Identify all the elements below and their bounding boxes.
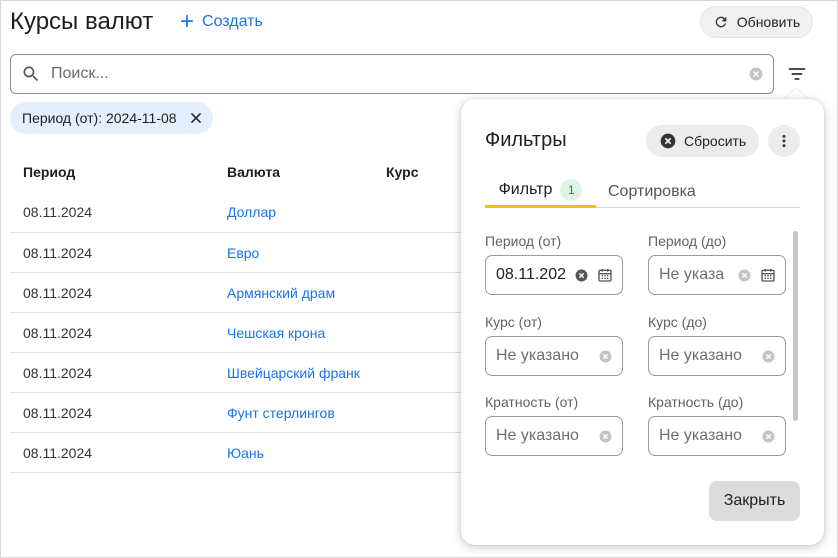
table-row[interactable]: 08.11.2024 Евро <box>10 232 462 272</box>
filter-count-badge: 1 <box>560 179 583 201</box>
period-from-field[interactable]: 08.11.202 <box>485 255 623 295</box>
period-from-value: 08.11.202 <box>496 266 566 283</box>
currency-link[interactable]: Фунт стерлингов <box>213 405 373 421</box>
currency-link[interactable]: Евро <box>213 245 373 261</box>
page-title: Курсы валют <box>10 8 154 35</box>
currency-link[interactable]: Швейцарский франк <box>213 365 373 381</box>
filter-tabs: Фильтр 1 Сортировка <box>485 175 800 208</box>
column-header-rate[interactable]: Курс <box>373 164 462 180</box>
table-body: 08.11.2024 Доллар 08.11.2024 Евро 08.11.… <box>10 192 462 473</box>
calendar-icon[interactable] <box>597 267 613 283</box>
table-header: Период Валюта Курс <box>10 152 462 192</box>
cell-period: 08.11.2024 <box>23 244 93 261</box>
rate-from-label: Курс (от) <box>485 314 542 330</box>
table-row[interactable]: 08.11.2024 Швейцарский франк <box>10 352 462 392</box>
refresh-button-label: Обновить <box>736 14 801 30</box>
period-to-field[interactable]: Не указа <box>648 255 786 295</box>
clear-field-icon[interactable] <box>738 269 751 282</box>
cell-period: 08.11.2024 <box>23 404 93 421</box>
clear-field-icon[interactable] <box>762 430 775 443</box>
multiplicity-to-field[interactable]: Не указано <box>648 416 786 456</box>
currency-link[interactable]: Чешская крона <box>213 325 373 341</box>
cell-period: 08.11.2024 <box>23 364 93 381</box>
currency-link[interactable]: Армянский драм <box>213 285 373 301</box>
rate-from-field[interactable]: Не указано <box>485 336 623 376</box>
period-to-label: Период (до) <box>648 233 727 249</box>
clear-field-icon[interactable] <box>599 430 612 443</box>
plus-icon: + <box>180 8 195 35</box>
tab-filter[interactable]: Фильтр 1 <box>485 175 596 208</box>
period-from-label: Период (от) <box>485 233 562 249</box>
refresh-button[interactable]: Обновить <box>700 6 813 38</box>
reset-button-label: Сбросить <box>684 133 747 149</box>
clear-field-icon[interactable] <box>599 350 612 363</box>
clear-circle-icon <box>660 133 676 149</box>
filters-title: Фильтры <box>485 129 567 151</box>
rate-to-placeholder: Не указано <box>659 347 742 364</box>
table-row[interactable]: 08.11.2024 Чешская крона <box>10 312 462 352</box>
clear-field-icon[interactable] <box>762 350 775 363</box>
more-vert-icon <box>782 134 786 148</box>
multiplicity-from-placeholder: Не указано <box>496 427 579 444</box>
multiplicity-from-field[interactable]: Не указано <box>485 416 623 456</box>
close-icon[interactable] <box>189 111 203 125</box>
more-options-button[interactable] <box>768 125 800 157</box>
currency-link[interactable]: Юань <box>213 445 373 461</box>
refresh-icon <box>715 16 727 28</box>
cell-period: 08.11.2024 <box>23 444 93 461</box>
close-button[interactable]: Закрыть <box>709 481 800 521</box>
currency-link[interactable]: Доллар <box>213 204 373 220</box>
reset-filters-button[interactable]: Сбросить <box>646 125 759 157</box>
calendar-icon[interactable] <box>760 267 776 283</box>
chip-label: Период (от): 2024-11-08 <box>22 110 177 126</box>
rates-table: Период Валюта Курс 08.11.2024 Доллар 08.… <box>10 152 462 473</box>
table-row[interactable]: 08.11.2024 Юань <box>10 432 462 472</box>
table-row[interactable]: 08.11.2024 Доллар <box>10 192 462 232</box>
create-button[interactable]: + Создать <box>180 10 263 34</box>
rate-to-label: Курс (до) <box>648 314 707 330</box>
cell-period: 08.11.2024 <box>23 204 93 220</box>
multiplicity-to-placeholder: Не указано <box>659 427 742 444</box>
filters-scrollbar[interactable] <box>793 231 798 421</box>
table-row[interactable]: 08.11.2024 Армянский драм <box>10 272 462 312</box>
table-row[interactable]: 08.11.2024 Фунт стерлингов <box>10 392 462 432</box>
column-header-period[interactable]: Период <box>10 164 213 180</box>
clear-field-icon[interactable] <box>575 269 588 282</box>
create-button-label: Создать <box>202 13 263 30</box>
filter-icon[interactable] <box>787 64 807 84</box>
period-to-placeholder: Не указа <box>659 266 725 283</box>
tab-filter-label: Фильтр <box>498 181 553 198</box>
search-input[interactable] <box>51 65 731 83</box>
search-icon <box>23 66 39 82</box>
column-header-currency[interactable]: Валюта <box>213 164 373 180</box>
cell-period: 08.11.2024 <box>23 284 93 301</box>
rate-from-placeholder: Не указано <box>496 347 579 364</box>
multiplicity-from-label: Кратность (от) <box>485 394 579 410</box>
clear-search-icon[interactable] <box>749 67 763 81</box>
rate-to-field[interactable]: Не указано <box>648 336 786 376</box>
active-filter-chip[interactable]: Период (от): 2024-11-08 <box>10 102 213 134</box>
search-box <box>10 54 774 94</box>
cell-period: 08.11.2024 <box>23 324 93 341</box>
filters-popover: Фильтры Сбросить Фильтр 1 Сортировка Пер… <box>461 99 824 545</box>
multiplicity-to-label: Кратность (до) <box>648 394 744 410</box>
tab-sorting[interactable]: Сортировка <box>608 175 696 208</box>
